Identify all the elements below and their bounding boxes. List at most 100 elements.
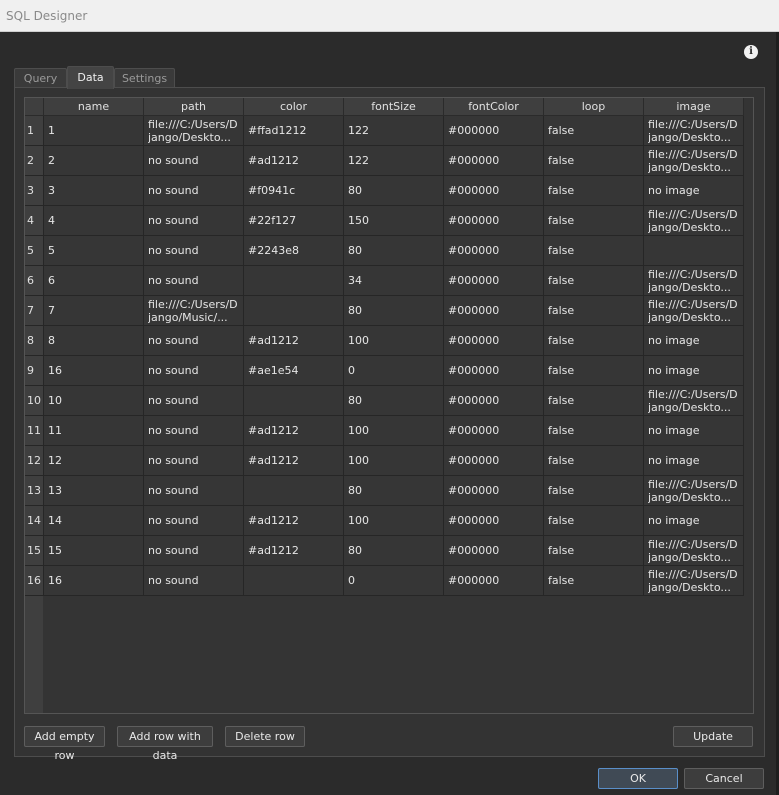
- cell-fontsize[interactable]: 80: [343, 385, 444, 416]
- cell-image[interactable]: no image: [643, 415, 744, 446]
- cell-image[interactable]: [643, 235, 744, 266]
- cell-path[interactable]: no sound: [143, 355, 244, 386]
- column-header-fontsize[interactable]: fontSize: [343, 98, 444, 116]
- cell-loop[interactable]: false: [543, 175, 644, 206]
- cell-name[interactable]: 16: [43, 355, 144, 386]
- row-number[interactable]: 16: [25, 565, 44, 596]
- row-number[interactable]: 2: [25, 145, 44, 176]
- table-row[interactable]: 8 8 no sound #ad1212 100 #000000 false no image: [25, 325, 744, 356]
- cell-loop[interactable]: false: [543, 505, 644, 536]
- cell-color[interactable]: #ae1e54: [243, 355, 344, 386]
- cell-color[interactable]: #22f127: [243, 205, 344, 236]
- cell-color[interactable]: #ffad1212: [243, 115, 344, 146]
- data-grid[interactable]: name path color fontSize fontColor loop …: [24, 97, 754, 714]
- cell-loop[interactable]: false: [543, 385, 644, 416]
- cell-image[interactable]: file:///C:/Users/Django/Deskto...: [643, 205, 744, 236]
- row-number[interactable]: 4: [25, 205, 44, 236]
- cell-image[interactable]: file:///C:/Users/Django/Deskto...: [643, 145, 744, 176]
- cell-fontcolor[interactable]: #000000: [443, 175, 544, 206]
- cell-fontsize[interactable]: 100: [343, 445, 444, 476]
- cell-color[interactable]: [243, 295, 344, 326]
- cell-name[interactable]: 2: [43, 145, 144, 176]
- cell-fontsize[interactable]: 80: [343, 475, 444, 506]
- column-header-fontcolor[interactable]: fontColor: [443, 98, 544, 116]
- column-header-name[interactable]: name: [43, 98, 144, 116]
- cell-name[interactable]: 3: [43, 175, 144, 206]
- cell-path[interactable]: no sound: [143, 565, 244, 596]
- cell-loop[interactable]: false: [543, 265, 644, 296]
- cell-path[interactable]: no sound: [143, 535, 244, 566]
- cell-path[interactable]: no sound: [143, 415, 244, 446]
- cell-color[interactable]: #2243e8: [243, 235, 344, 266]
- cell-color[interactable]: #ad1212: [243, 505, 344, 536]
- column-header-image[interactable]: image: [643, 98, 744, 116]
- cell-fontcolor[interactable]: #000000: [443, 145, 544, 176]
- table-row[interactable]: 13 13 no sound 80 #000000 false file:///C:/Use…: [25, 475, 744, 506]
- cell-name[interactable]: 14: [43, 505, 144, 536]
- cell-image[interactable]: file:///C:/Users/Django/Deskto...: [643, 265, 744, 296]
- cell-name[interactable]: 16: [43, 565, 144, 596]
- tab-settings[interactable]: Settings: [114, 68, 175, 88]
- cell-path[interactable]: no sound: [143, 235, 244, 266]
- cell-loop[interactable]: false: [543, 445, 644, 476]
- cell-fontcolor[interactable]: #000000: [443, 535, 544, 566]
- cell-fontcolor[interactable]: #000000: [443, 325, 544, 356]
- cell-path[interactable]: no sound: [143, 445, 244, 476]
- cell-path[interactable]: no sound: [143, 265, 244, 296]
- cell-fontsize[interactable]: 122: [343, 145, 444, 176]
- cell-fontcolor[interactable]: #000000: [443, 415, 544, 446]
- cell-name[interactable]: 6: [43, 265, 144, 296]
- cell-name[interactable]: 5: [43, 235, 144, 266]
- row-number[interactable]: 6: [25, 265, 44, 296]
- cell-fontcolor[interactable]: #000000: [443, 475, 544, 506]
- cell-image[interactable]: no image: [643, 445, 744, 476]
- table-row[interactable]: 7 7 file:///C:/Users/Django/Music/... 80 #00…: [25, 295, 744, 326]
- row-number[interactable]: 14: [25, 505, 44, 536]
- cell-name[interactable]: 10: [43, 385, 144, 416]
- cell-loop[interactable]: false: [543, 325, 644, 356]
- cell-color[interactable]: [243, 265, 344, 296]
- row-number[interactable]: 8: [25, 325, 44, 356]
- cell-fontcolor[interactable]: #000000: [443, 565, 544, 596]
- cell-fontcolor[interactable]: #000000: [443, 355, 544, 386]
- cell-color[interactable]: #ad1212: [243, 145, 344, 176]
- table-row[interactable]: 12 12 no sound #ad1212 100 #000000 false no ima…: [25, 445, 744, 476]
- cell-fontsize[interactable]: 80: [343, 175, 444, 206]
- column-header-color[interactable]: color: [243, 98, 344, 116]
- cell-image[interactable]: file:///C:/Users/Django/Deskto...: [643, 385, 744, 416]
- cell-fontcolor[interactable]: #000000: [443, 265, 544, 296]
- cell-color[interactable]: #ad1212: [243, 325, 344, 356]
- cell-color[interactable]: [243, 565, 344, 596]
- delete-row-button[interactable]: Delete row: [225, 726, 305, 747]
- cell-loop[interactable]: false: [543, 115, 644, 146]
- cell-loop[interactable]: false: [543, 355, 644, 386]
- cell-color[interactable]: #f0941c: [243, 175, 344, 206]
- info-icon[interactable]: i: [744, 45, 758, 59]
- cell-path[interactable]: no sound: [143, 475, 244, 506]
- cell-loop[interactable]: false: [543, 145, 644, 176]
- cell-fontcolor[interactable]: #000000: [443, 115, 544, 146]
- table-row[interactable]: 16 16 no sound 0 #000000 false file:///C:/User…: [25, 565, 744, 596]
- cell-name[interactable]: 4: [43, 205, 144, 236]
- cell-image[interactable]: file:///C:/Users/Django/Deskto...: [643, 565, 744, 596]
- cell-fontsize[interactable]: 34: [343, 265, 444, 296]
- cell-image[interactable]: file:///C:/Users/Django/Deskto...: [643, 115, 744, 146]
- table-row[interactable]: 2 2 no sound #ad1212 122 #000000 false file:///…: [25, 145, 744, 176]
- cell-color[interactable]: #ad1212: [243, 535, 344, 566]
- tab-data[interactable]: Data: [67, 66, 114, 89]
- cell-path[interactable]: no sound: [143, 325, 244, 356]
- row-number[interactable]: 3: [25, 175, 44, 206]
- cell-image[interactable]: file:///C:/Users/Django/Deskto...: [643, 475, 744, 506]
- cell-loop[interactable]: false: [543, 235, 644, 266]
- cell-color[interactable]: #ad1212: [243, 415, 344, 446]
- row-number[interactable]: 12: [25, 445, 44, 476]
- column-header-path[interactable]: path: [143, 98, 244, 116]
- table-row[interactable]: 14 14 no sound #ad1212 100 #000000 false no ima…: [25, 505, 744, 536]
- cell-fontsize[interactable]: 80: [343, 235, 444, 266]
- cell-color[interactable]: #ad1212: [243, 445, 344, 476]
- cell-path[interactable]: file:///C:/Users/Django/Music/...: [143, 295, 244, 326]
- cell-name[interactable]: 1: [43, 115, 144, 146]
- cell-name[interactable]: 8: [43, 325, 144, 356]
- cell-fontcolor[interactable]: #000000: [443, 235, 544, 266]
- cell-fontsize[interactable]: 0: [343, 565, 444, 596]
